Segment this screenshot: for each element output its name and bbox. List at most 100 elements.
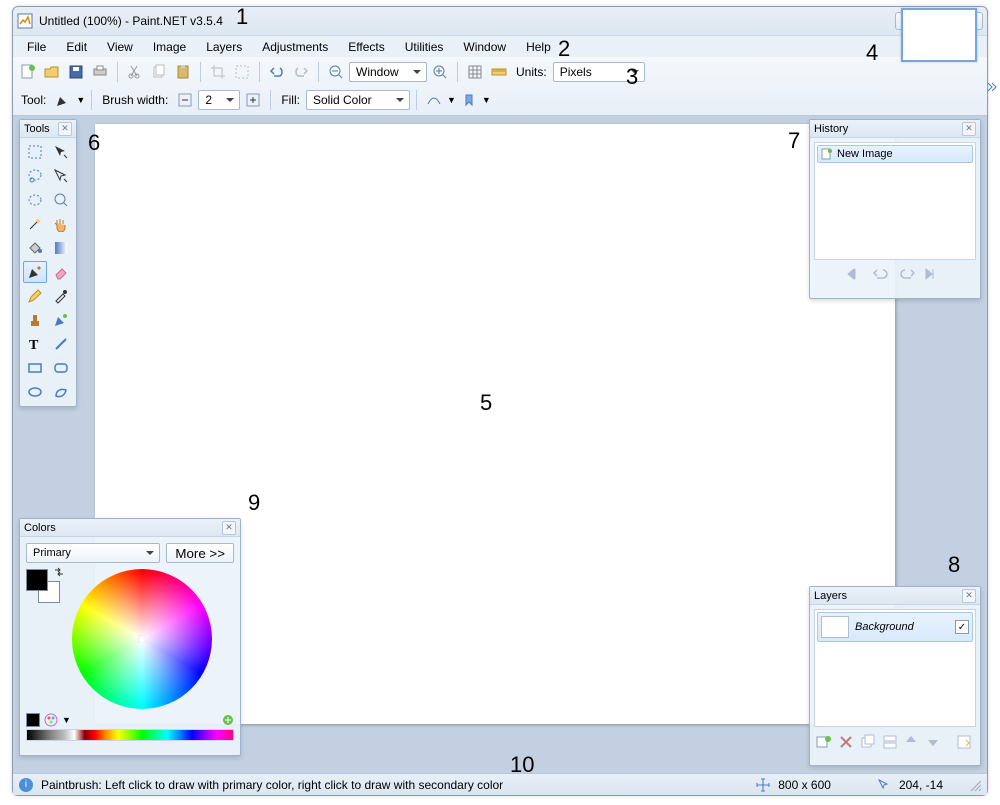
menu-view[interactable]: View bbox=[97, 38, 143, 56]
paintbrush-tool[interactable] bbox=[23, 261, 47, 283]
layer-visibility-checkbox[interactable]: ✓ bbox=[955, 620, 969, 634]
move-pixels-tool[interactable] bbox=[49, 165, 73, 187]
menu-file[interactable]: File bbox=[17, 38, 56, 56]
recolor-tool[interactable] bbox=[49, 309, 73, 331]
ruler-button[interactable] bbox=[488, 61, 510, 83]
menu-utilities[interactable]: Utilities bbox=[395, 38, 454, 56]
tools-panel-title: Tools bbox=[24, 123, 58, 135]
pencil-tool[interactable] bbox=[23, 285, 47, 307]
layer-item[interactable]: Background ✓ bbox=[817, 612, 973, 642]
duplicate-layer-button[interactable] bbox=[860, 734, 878, 752]
palette-strip[interactable] bbox=[26, 729, 234, 741]
undo-button[interactable] bbox=[266, 61, 288, 83]
menu-adjustments[interactable]: Adjustments bbox=[252, 38, 338, 56]
status-help-text: Paintbrush: Left click to draw with prim… bbox=[41, 778, 503, 792]
add-swatch-icon[interactable] bbox=[222, 714, 234, 726]
primary-secondary-swatch[interactable] bbox=[26, 569, 62, 605]
brush-width-select[interactable]: 2 bbox=[198, 90, 240, 110]
antialias-button[interactable] bbox=[423, 89, 445, 111]
history-rewind-icon[interactable] bbox=[847, 268, 865, 282]
rounded-rect-tool[interactable] bbox=[49, 357, 73, 379]
annotation-7: 7 bbox=[788, 128, 800, 154]
freeform-shape-tool[interactable] bbox=[49, 381, 73, 403]
clone-stamp-tool[interactable] bbox=[23, 309, 47, 331]
rect-select-tool[interactable] bbox=[23, 141, 47, 163]
eraser-tool[interactable] bbox=[49, 261, 73, 283]
crop-button[interactable] bbox=[207, 61, 229, 83]
ellipse-select-tool[interactable] bbox=[23, 189, 47, 211]
colors-more-button[interactable]: More >> bbox=[166, 543, 234, 563]
annotation-4: 4 bbox=[866, 40, 878, 66]
resize-grip-icon[interactable] bbox=[969, 779, 981, 791]
lasso-tool[interactable] bbox=[23, 165, 47, 187]
menu-image[interactable]: Image bbox=[143, 38, 196, 56]
pan-tool[interactable] bbox=[49, 213, 73, 235]
zoom-mode-select[interactable]: Window bbox=[349, 62, 427, 82]
line-tool[interactable] bbox=[49, 333, 73, 355]
menu-window[interactable]: Window bbox=[453, 38, 516, 56]
save-button[interactable] bbox=[65, 61, 87, 83]
history-undo-icon[interactable] bbox=[873, 268, 891, 282]
history-fastforward-icon[interactable] bbox=[925, 268, 943, 282]
redo-button[interactable] bbox=[290, 61, 312, 83]
delete-layer-button[interactable] bbox=[838, 734, 856, 752]
move-selection-tool[interactable] bbox=[49, 141, 73, 163]
zoom-tool[interactable] bbox=[49, 189, 73, 211]
history-panel-close[interactable]: ✕ bbox=[962, 122, 976, 136]
print-button[interactable] bbox=[89, 61, 111, 83]
merge-layer-button[interactable] bbox=[882, 734, 900, 752]
layer-down-button[interactable] bbox=[926, 734, 944, 752]
text-tool[interactable]: T bbox=[23, 333, 47, 355]
history-redo-icon[interactable] bbox=[899, 268, 917, 282]
toolbar: Window Units: Pixels Tool: ▼ Brush width… bbox=[13, 57, 987, 116]
open-file-button[interactable] bbox=[41, 61, 63, 83]
brush-width-value: 2 bbox=[205, 93, 212, 107]
paste-button[interactable] bbox=[172, 61, 194, 83]
menu-effects[interactable]: Effects bbox=[338, 38, 394, 56]
fill-value: Solid Color bbox=[313, 93, 372, 107]
color-wheel[interactable] bbox=[72, 569, 212, 709]
workspace: Tools ✕ T bbox=[13, 116, 987, 778]
color-wheel-cursor[interactable] bbox=[138, 635, 146, 643]
rectangle-shape-tool[interactable] bbox=[23, 357, 47, 379]
magic-wand-tool[interactable] bbox=[23, 213, 47, 235]
paint-bucket-tool[interactable] bbox=[23, 237, 47, 259]
layer-properties-button[interactable] bbox=[956, 734, 974, 752]
image-thumbnail[interactable] bbox=[901, 8, 977, 62]
tool-picker[interactable] bbox=[52, 89, 74, 111]
tools-panel-close[interactable]: ✕ bbox=[58, 122, 72, 136]
menu-edit[interactable]: Edit bbox=[56, 38, 97, 56]
cut-button[interactable] bbox=[124, 61, 146, 83]
layers-panel-close[interactable]: ✕ bbox=[962, 589, 976, 603]
thumbnail-toggle-icon[interactable] bbox=[987, 80, 997, 94]
fill-select[interactable]: Solid Color bbox=[306, 90, 410, 110]
colors-panel-close[interactable]: ✕ bbox=[222, 521, 236, 535]
menu-layers[interactable]: Layers bbox=[196, 38, 252, 56]
color-picker-tool[interactable] bbox=[49, 285, 73, 307]
blend-mode-button[interactable] bbox=[458, 89, 480, 111]
zoom-out-button[interactable] bbox=[325, 61, 347, 83]
ellipse-shape-tool[interactable] bbox=[23, 381, 47, 403]
layer-up-button[interactable] bbox=[904, 734, 922, 752]
swap-colors-icon[interactable] bbox=[54, 567, 64, 577]
layer-thumbnail bbox=[821, 616, 849, 638]
gradient-tool[interactable] bbox=[49, 237, 73, 259]
brush-width-increase[interactable] bbox=[242, 89, 264, 111]
copy-button[interactable] bbox=[148, 61, 170, 83]
add-layer-button[interactable] bbox=[816, 734, 834, 752]
history-panel-title: History bbox=[814, 123, 962, 135]
color-target-select[interactable]: Primary bbox=[26, 543, 160, 563]
annotation-10: 10 bbox=[510, 752, 534, 778]
primary-color-swatch[interactable] bbox=[26, 569, 48, 591]
new-file-button[interactable] bbox=[17, 61, 39, 83]
status-cursor: 204, -14 bbox=[899, 778, 943, 792]
zoom-in-button[interactable] bbox=[429, 61, 451, 83]
palette-options-icon[interactable] bbox=[44, 713, 58, 727]
mini-swatch-black[interactable] bbox=[26, 713, 40, 727]
brush-width-decrease[interactable] bbox=[174, 89, 196, 111]
grid-button[interactable] bbox=[464, 61, 486, 83]
history-item[interactable]: New Image bbox=[817, 145, 973, 163]
deselect-button[interactable] bbox=[231, 61, 253, 83]
menu-help[interactable]: Help bbox=[516, 38, 561, 56]
history-nav bbox=[810, 264, 980, 286]
